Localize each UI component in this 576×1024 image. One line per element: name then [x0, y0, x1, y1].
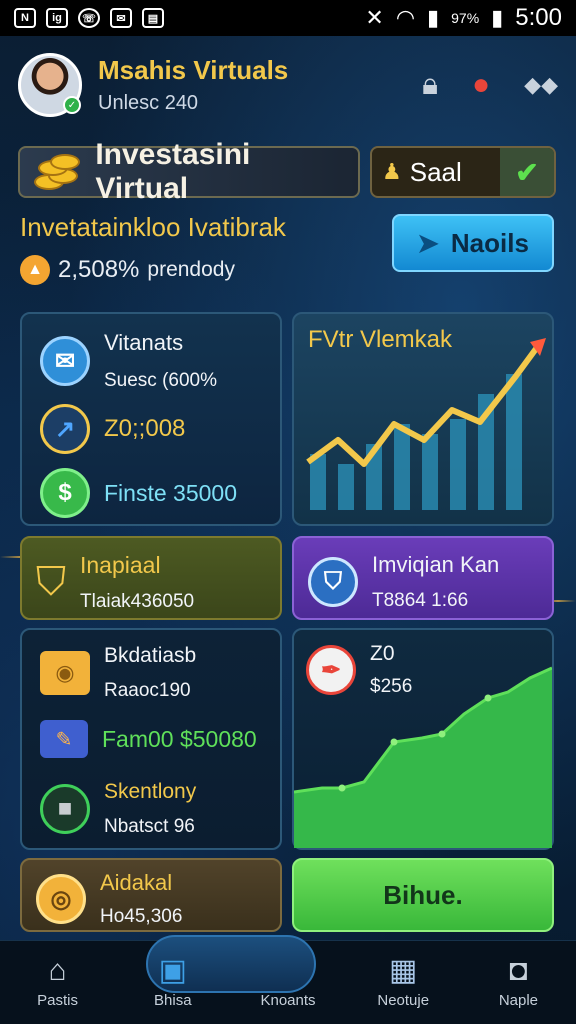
wifi-icon: ◠	[395, 5, 416, 30]
deposit-title: Inapiaal	[80, 552, 161, 578]
bottom-navigation: ⌂ Pastis ▣ Bhisa ⌂ Knoants ▦ Neotuje ◘ N…	[0, 935, 576, 1024]
saal-toggle[interactable]: ♟ Saal ✔	[370, 146, 556, 198]
profile-subtitle: Unlesc 240	[98, 92, 199, 114]
battery-percent: 97%	[451, 10, 480, 26]
document-pen-icon: ✎	[40, 720, 88, 758]
camera-icon: ◘	[509, 954, 528, 987]
stats-card[interactable]: ✉ Vitanats Suesc (600% ↗ Z0;;008 $ Finst…	[20, 312, 282, 526]
assets-item-title: Skentlony	[104, 780, 197, 803]
stats-item-title: Finste 35000	[104, 479, 237, 506]
target-card[interactable]: ◎ Aidakal Ho45,306	[20, 858, 282, 932]
bank-icon: ▣	[158, 954, 187, 987]
summary-unit: prendody	[147, 258, 235, 281]
assets-item-value: Raaoc190	[104, 680, 191, 701]
verified-badge-icon: ✓	[63, 96, 81, 114]
stats-item-value: Suesc (600%	[104, 370, 218, 391]
box-icon: ■	[40, 784, 90, 834]
saal-label: Saal	[409, 156, 462, 187]
battery-icon: ▮	[491, 5, 504, 30]
stats-item-title: Vitanats	[104, 330, 184, 355]
assets-item-title: Fam00 $50080	[102, 725, 257, 752]
chat-icon: ✉	[40, 336, 90, 386]
target-value: Ho45,306	[100, 906, 183, 927]
avatar[interactable]: ✓	[18, 53, 82, 117]
nav-item-label: Knoants	[260, 992, 316, 1009]
assets-item-title: Bkdatiasb	[104, 644, 197, 667]
instagram-icon: ig	[46, 8, 68, 28]
stats-item-title: Z0;;008	[104, 415, 186, 442]
investment-label: Investasini Virtual	[95, 138, 251, 205]
news-icon: ▤	[142, 8, 164, 28]
nav-item-naple[interactable]: ◘ Naple	[461, 941, 576, 1024]
profile-name: Msahis Virtuals	[98, 55, 289, 85]
chart-up-icon: ↗	[40, 404, 90, 454]
security-value: T8864 1:66	[372, 590, 469, 611]
signal-icon: ▮	[427, 5, 440, 30]
deposit-value: Tlaiak436050	[80, 591, 195, 612]
profile-header: ✓ Msahis Virtuals Unlesc 240 🔒︎ ● ◆◆	[18, 50, 558, 120]
investment-box[interactable]: Investasini Virtual	[18, 138, 360, 205]
shield-search-icon: ⛉	[308, 557, 358, 607]
send-icon: ➤	[417, 227, 439, 258]
wallet-icon: ◉	[40, 651, 90, 695]
calculator-icon: ▦	[389, 954, 418, 987]
home-icon: ⌂	[48, 954, 67, 987]
deposit-card[interactable]: ⛉ Inapiaal Tlaiak436050	[20, 536, 282, 620]
area-chart-graphic	[294, 666, 552, 848]
lock-icon[interactable]: 🔒︎	[422, 68, 438, 102]
check-icon[interactable]: ✔	[500, 148, 554, 196]
growth-icon: ▲	[20, 255, 50, 285]
status-bar: N ig ☏ ✉ ▤ ✕ ◠ ▮ 97% ▮ 5:00	[0, 0, 576, 36]
security-card[interactable]: ⛉ Imviqian Kan T8864 1:66	[292, 536, 554, 620]
target-title: Aidakal	[100, 870, 173, 895]
coins-icon	[30, 152, 80, 192]
more-icon[interactable]: ◆◆	[524, 72, 558, 98]
assets-card[interactable]: ◉ Bkdatiasb Raaoc190 ✎ Fam00 $50080 ■ Sk…	[20, 628, 282, 850]
navigate-button[interactable]: ➤ Naoils	[392, 214, 554, 272]
target-icon: ◎	[36, 874, 86, 924]
nav-item-label: Neotuje	[377, 992, 430, 1009]
nav-item-label: Bhisa	[154, 992, 192, 1009]
mail-icon: ✉	[110, 8, 132, 28]
nav-item-label: Naple	[498, 992, 539, 1009]
summary-value: 2,508%	[58, 256, 140, 283]
whatsapp-icon: ☏	[78, 8, 100, 28]
summary-section: Invetatainkloo Ivatibrak ▲ 2,508% prendo…	[20, 212, 556, 292]
action-button[interactable]: Bihue.	[292, 858, 554, 932]
area-chart-card[interactable]: ✒ Z0 $256	[292, 628, 554, 850]
nav-item-pastis[interactable]: ⌂ Pastis	[0, 941, 115, 1024]
person-icon: ♟	[382, 159, 402, 184]
nav-item-label: Pastis	[37, 992, 79, 1009]
dollar-icon: $	[40, 468, 90, 518]
notification-n-icon: N	[14, 8, 36, 28]
clock: 5:00	[515, 4, 562, 31]
mute-icon: ✕	[365, 5, 384, 30]
nav-item-bhisa[interactable]: ▣ Bhisa	[115, 941, 230, 1024]
security-title: Imviqian Kan	[372, 552, 500, 577]
navigate-button-label: Naoils	[450, 227, 529, 258]
growth-chart-graphic	[306, 338, 546, 510]
notification-icon[interactable]: ●	[472, 68, 490, 102]
growth-chart-card[interactable]: FVtr Vlemkak	[292, 312, 554, 526]
balance-row: Investasini Virtual ♟ Saal ✔	[18, 138, 556, 205]
shield-icon: ⛉	[36, 560, 66, 604]
assets-item-value: Nbatsct 96	[104, 816, 195, 837]
nav-item-neotuje[interactable]: ▦ Neotuje	[346, 941, 461, 1024]
